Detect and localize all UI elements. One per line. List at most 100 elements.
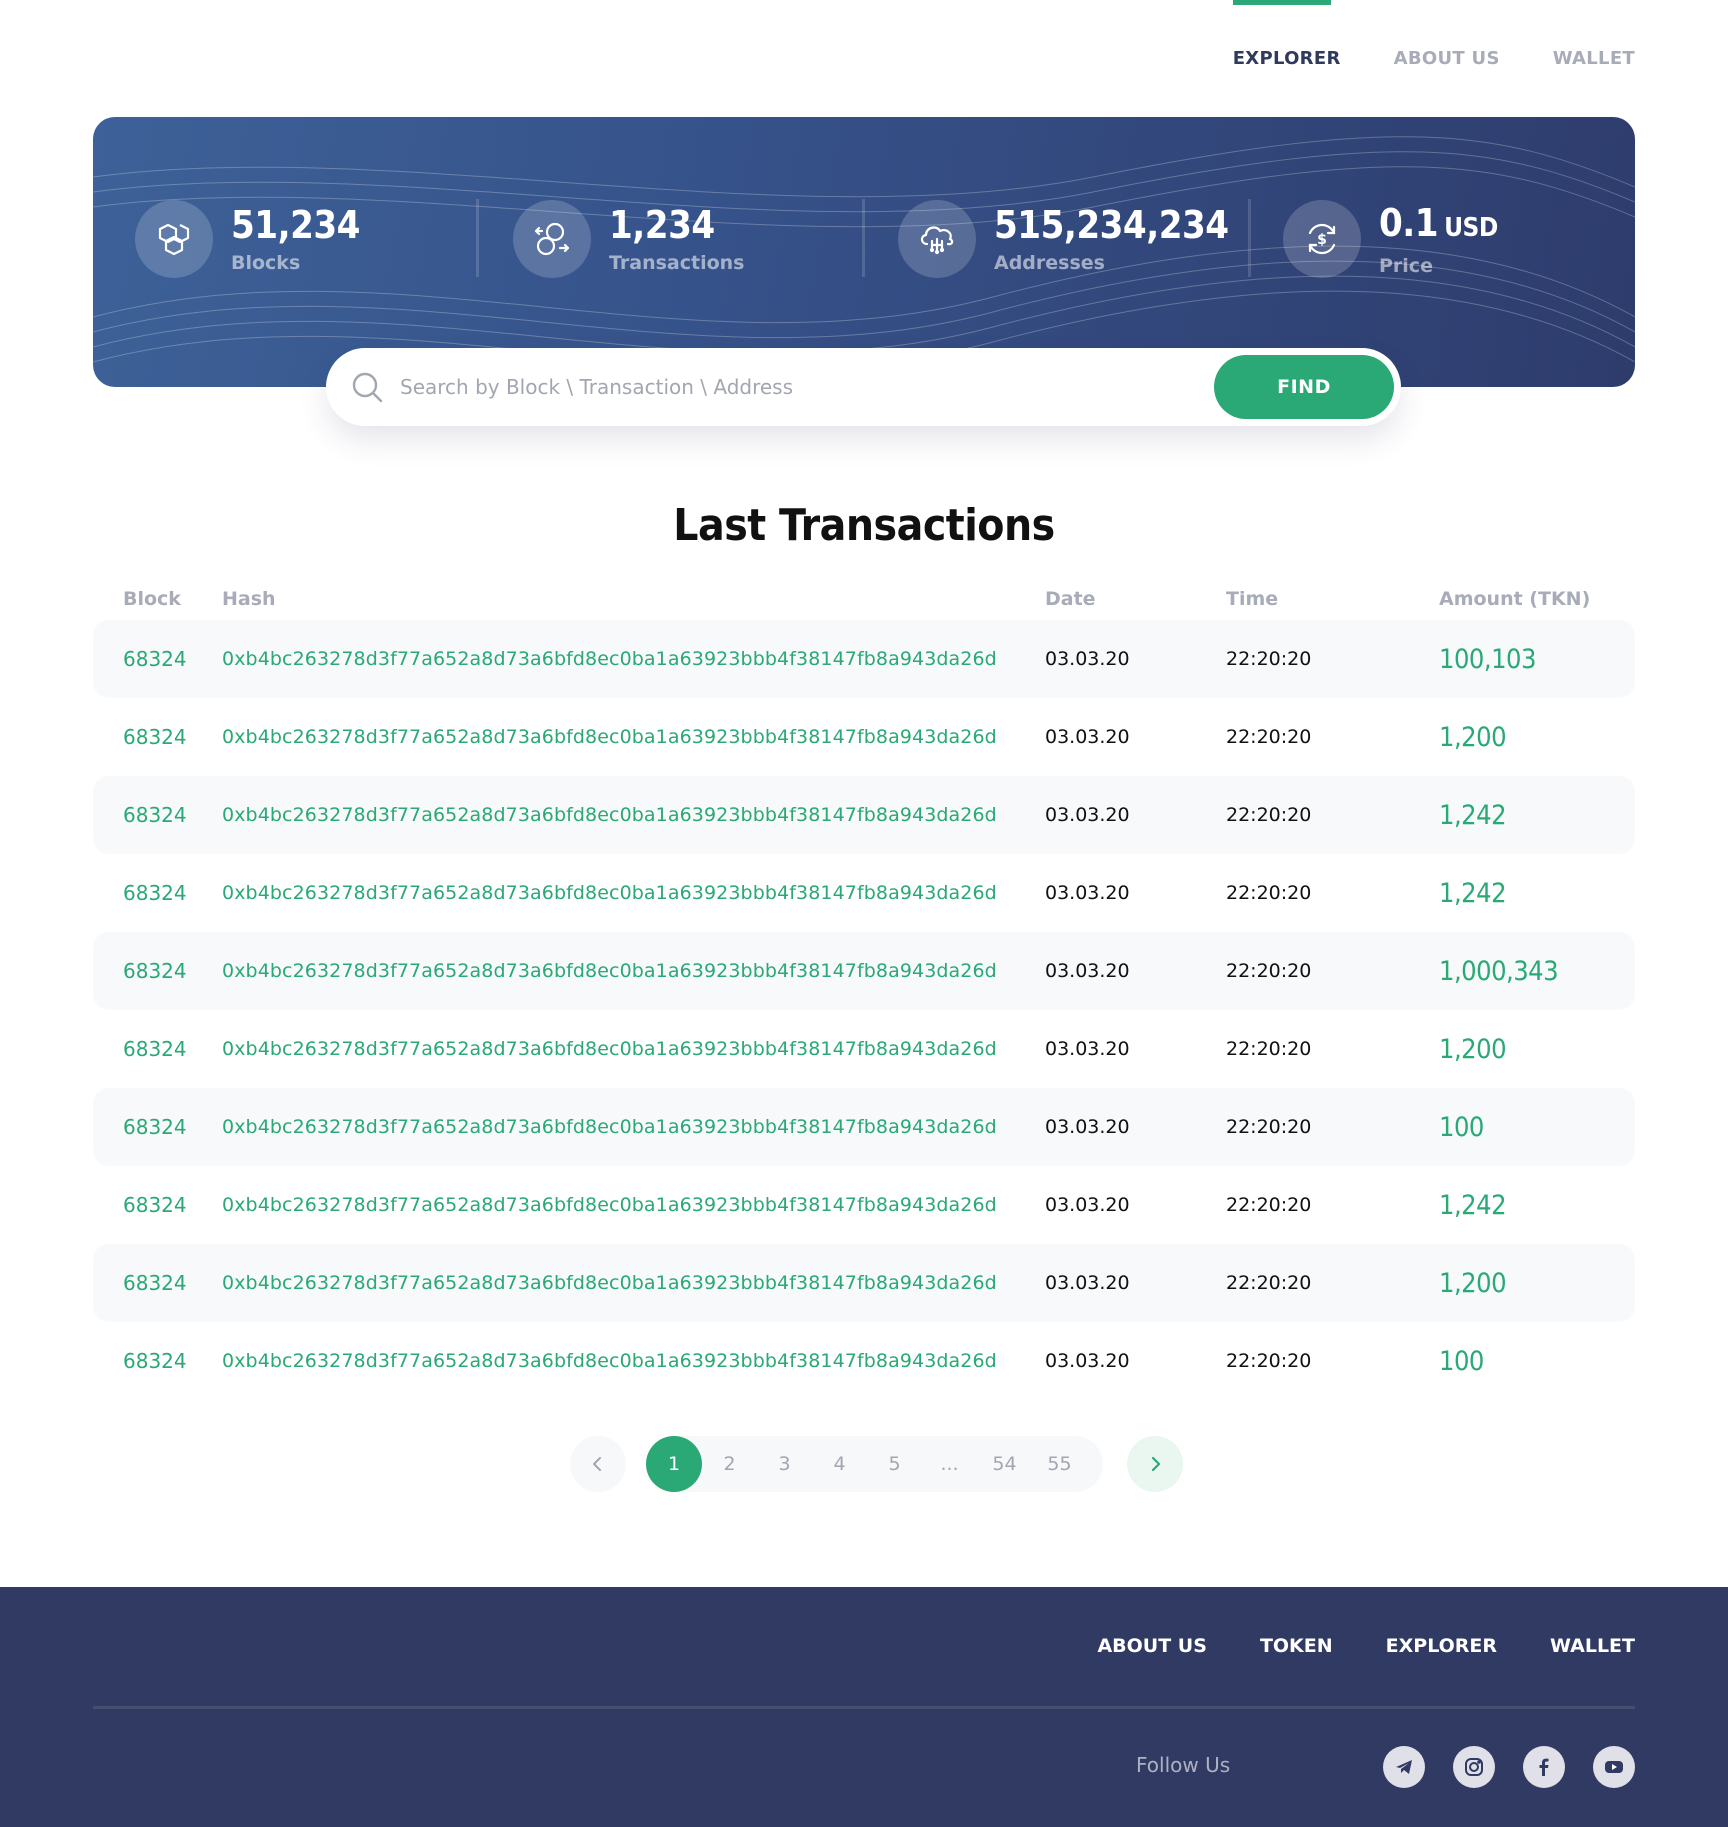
block-link[interactable]: 68324 (93, 881, 222, 905)
instagram-icon[interactable] (1453, 1746, 1495, 1788)
search-icon (352, 372, 383, 403)
footer-link-token[interactable]: TOKEN (1260, 1635, 1333, 1657)
page-number[interactable]: 55 (1032, 1453, 1087, 1475)
hash-link[interactable]: 0xb4bc263278d3f77a652a8d73a6bfd8ec0ba1a6… (222, 648, 1045, 670)
hash-link[interactable]: 0xb4bc263278d3f77a652a8d73a6bfd8ec0ba1a6… (222, 882, 1045, 904)
table-row[interactable]: 68324 0xb4bc263278d3f77a652a8d73a6bfd8ec0… (93, 776, 1635, 854)
hash-link[interactable]: 0xb4bc263278d3f77a652a8d73a6bfd8ec0ba1a6… (222, 1272, 1045, 1294)
search-input[interactable] (400, 375, 1170, 399)
stat-divider (476, 199, 479, 277)
table-row[interactable]: 68324 0xb4bc263278d3f77a652a8d73a6bfd8ec0… (93, 698, 1635, 776)
stat-addresses: 515,234,234 Addresses (898, 200, 1229, 278)
header-hash[interactable]: Hash (222, 588, 1045, 610)
amount-cell: 100,103 (1439, 643, 1536, 675)
transactions-icon (513, 200, 591, 278)
footer-link-wallet[interactable]: WALLET (1550, 1635, 1635, 1657)
table-row[interactable]: 68324 0xb4bc263278d3f77a652a8d73a6bfd8ec0… (93, 1166, 1635, 1244)
stat-blocks-label: Blocks (231, 252, 301, 274)
header-block[interactable]: Block (93, 588, 222, 610)
time-cell: 22:20:20 (1226, 726, 1312, 748)
price-unit: USD (1444, 212, 1498, 243)
block-link[interactable]: 68324 (93, 959, 222, 983)
stat-transactions: 1,234 Transactions (513, 200, 744, 278)
nav-wallet[interactable]: WALLET (1553, 0, 1635, 100)
table-row[interactable]: 68324 0xb4bc263278d3f77a652a8d73a6bfd8ec0… (93, 1322, 1635, 1400)
amount-cell: 100 (1439, 1345, 1484, 1377)
page-number[interactable]: 2 (702, 1453, 757, 1475)
stat-divider (1248, 199, 1251, 277)
hash-link[interactable]: 0xb4bc263278d3f77a652a8d73a6bfd8ec0ba1a6… (222, 726, 1045, 748)
price-number: 0.1 (1379, 200, 1439, 245)
block-link[interactable]: 68324 (93, 1115, 222, 1139)
page-ellipsis: ... (940, 1453, 959, 1475)
hash-link[interactable]: 0xb4bc263278d3f77a652a8d73a6bfd8ec0ba1a6… (222, 804, 1045, 826)
block-link[interactable]: 68324 (93, 1193, 222, 1217)
block-link[interactable]: 68324 (93, 1271, 222, 1295)
table-row[interactable]: 68324 0xb4bc263278d3f77a652a8d73a6bfd8ec0… (93, 1010, 1635, 1088)
block-link[interactable]: 68324 (93, 725, 222, 749)
pagination: 1 2 3 4 5... 54 55 (570, 1436, 1183, 1492)
facebook-icon[interactable] (1523, 1746, 1565, 1788)
section-title: Last Transactions (673, 500, 1055, 551)
stat-addresses-value: 515,234,234 (994, 203, 1229, 247)
footer-link-explorer[interactable]: EXPLORER (1386, 1635, 1497, 1657)
nav-explorer[interactable]: EXPLORER (1232, 0, 1341, 100)
telegram-icon[interactable] (1383, 1746, 1425, 1788)
stat-blocks: 51,234 Blocks (135, 200, 360, 278)
hash-link[interactable]: 0xb4bc263278d3f77a652a8d73a6bfd8ec0ba1a6… (222, 1038, 1045, 1060)
footer-link-about-us[interactable]: ABOUT US (1097, 1635, 1206, 1657)
dollar-refresh-icon: $ (1283, 200, 1361, 278)
table-row[interactable]: 68324 0xb4bc263278d3f77a652a8d73a6bfd8ec0… (93, 1244, 1635, 1322)
page-number[interactable]: 1 (646, 1436, 702, 1492)
stat-price: $ 0.1 USD Price (1283, 200, 1498, 278)
block-link[interactable]: 68324 (93, 1037, 222, 1061)
date-cell: 03.03.20 (1045, 1194, 1130, 1216)
youtube-icon[interactable] (1593, 1746, 1635, 1788)
block-link[interactable]: 68324 (93, 647, 222, 671)
footer-nav: ABOUT US TOKEN EXPLORER WALLET (1044, 1635, 1635, 1657)
stat-blocks-value: 51,234 (231, 203, 360, 247)
amount-cell: 1,242 (1439, 799, 1507, 831)
chevron-right-icon (1151, 1456, 1161, 1472)
table-row[interactable]: 68324 0xb4bc263278d3f77a652a8d73a6bfd8ec0… (93, 932, 1635, 1010)
header-time[interactable]: Time (1226, 588, 1439, 610)
date-cell: 03.03.20 (1045, 1350, 1130, 1372)
hash-link[interactable]: 0xb4bc263278d3f77a652a8d73a6bfd8ec0ba1a6… (222, 1194, 1045, 1216)
time-cell: 22:20:20 (1226, 960, 1312, 982)
nav-about-us[interactable]: ABOUT US (1394, 0, 1500, 100)
amount-cell: 1,200 (1439, 1033, 1507, 1065)
footer: ABOUT US TOKEN EXPLORER WALLET Follow Us (0, 1587, 1728, 1827)
page-numbers: 1 2 3 4 5... 54 55 (646, 1436, 1103, 1492)
block-link[interactable]: 68324 (93, 1349, 222, 1373)
find-button[interactable]: FIND (1214, 355, 1394, 419)
hash-link[interactable]: 0xb4bc263278d3f77a652a8d73a6bfd8ec0ba1a6… (222, 960, 1045, 982)
page-number[interactable]: 4 (812, 1453, 867, 1475)
page-number[interactable]: 3 (757, 1453, 812, 1475)
amount-cell: 1,242 (1439, 877, 1507, 909)
chevron-left-icon (593, 1457, 601, 1471)
page-number[interactable]: 54 (977, 1453, 1032, 1475)
amount-cell: 100 (1439, 1111, 1484, 1143)
header-amount[interactable]: Amount (TKN) (1439, 588, 1635, 610)
next-page-button[interactable] (1127, 1436, 1183, 1492)
block-link[interactable]: 68324 (93, 803, 222, 827)
time-cell: 22:20:20 (1226, 1272, 1312, 1294)
table-row[interactable]: 68324 0xb4bc263278d3f77a652a8d73a6bfd8ec0… (93, 620, 1635, 698)
hash-link[interactable]: 0xb4bc263278d3f77a652a8d73a6bfd8ec0ba1a6… (222, 1116, 1045, 1138)
date-cell: 03.03.20 (1045, 804, 1130, 826)
date-cell: 03.03.20 (1045, 1116, 1130, 1138)
time-cell: 22:20:20 (1226, 882, 1312, 904)
time-cell: 22:20:20 (1226, 1350, 1312, 1372)
page-number[interactable]: 5 (867, 1453, 922, 1475)
header-date[interactable]: Date (1045, 588, 1226, 610)
amount-cell: 1,200 (1439, 721, 1507, 753)
footer-divider (93, 1706, 1635, 1709)
prev-page-button[interactable] (570, 1436, 626, 1492)
stat-price-label: Price (1379, 254, 1433, 277)
table-row[interactable]: 68324 0xb4bc263278d3f77a652a8d73a6bfd8ec0… (93, 1088, 1635, 1166)
time-cell: 22:20:20 (1226, 648, 1312, 670)
hash-link[interactable]: 0xb4bc263278d3f77a652a8d73a6bfd8ec0ba1a6… (222, 1350, 1045, 1372)
table-row[interactable]: 68324 0xb4bc263278d3f77a652a8d73a6bfd8ec0… (93, 854, 1635, 932)
date-cell: 03.03.20 (1045, 960, 1130, 982)
table-header: Block Hash Date Time Amount (TKN) (93, 578, 1635, 620)
